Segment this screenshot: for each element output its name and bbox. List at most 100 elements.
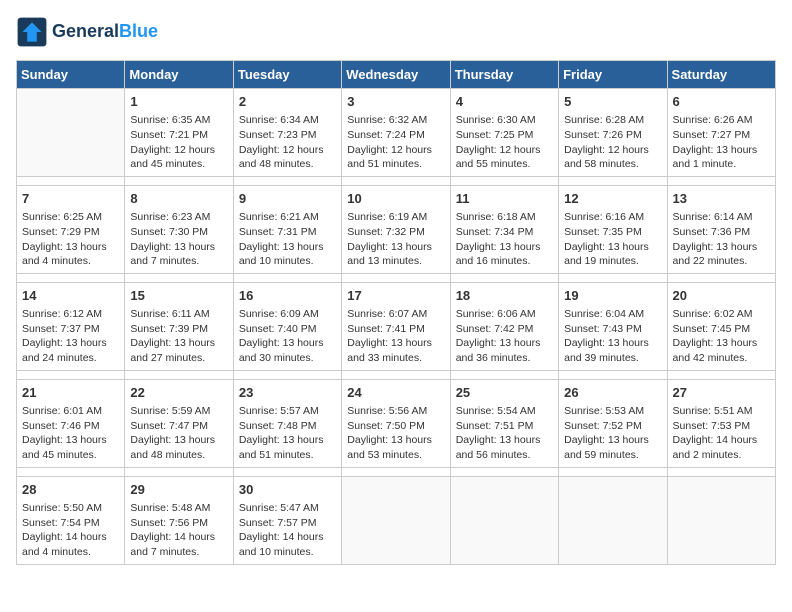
day-info: Sunrise: 5:47 AM Sunset: 7:57 PM Dayligh… — [239, 501, 336, 560]
day-info: Sunrise: 6:30 AM Sunset: 7:25 PM Dayligh… — [456, 113, 553, 172]
day-number: 16 — [239, 287, 336, 305]
calendar-day-cell: 14Sunrise: 6:12 AM Sunset: 7:37 PM Dayli… — [17, 282, 125, 370]
calendar-day-cell: 4Sunrise: 6:30 AM Sunset: 7:25 PM Daylig… — [450, 89, 558, 177]
calendar-week-row: 7Sunrise: 6:25 AM Sunset: 7:29 PM Daylig… — [17, 185, 776, 273]
weekday-header-cell: Monday — [125, 61, 233, 89]
day-info: Sunrise: 5:54 AM Sunset: 7:51 PM Dayligh… — [456, 404, 553, 463]
calendar-table: SundayMondayTuesdayWednesdayThursdayFrid… — [16, 60, 776, 565]
day-number: 17 — [347, 287, 444, 305]
calendar-day-cell: 8 Sunrise: 6:23 AM Sunset: 7:30 PM Daylig… — [125, 185, 233, 273]
day-info: Sunrise: 6:01 AM Sunset: 7:46 PM Dayligh… — [22, 404, 119, 463]
calendar-day-cell: 19Sunrise: 6:04 AM Sunset: 7:43 PM Dayli… — [559, 282, 667, 370]
day-number: 25 — [456, 384, 553, 402]
day-number: 23 — [239, 384, 336, 402]
logo-text: GeneralBlue — [52, 21, 158, 43]
day-info: Sunrise: 6:28 AM Sunset: 7:26 PM Dayligh… — [564, 113, 661, 172]
calendar-day-cell: 23 Sunrise: 5:57 AM Sunset: 7:48 PM Dayli… — [233, 379, 341, 467]
day-number: 26 — [564, 384, 661, 402]
calendar-day-cell: 9 Sunrise: 6:21 AM Sunset: 7:31 PM Daylig… — [233, 185, 341, 273]
day-number: 27 — [673, 384, 770, 402]
day-number: 6 — [673, 93, 770, 111]
calendar-day-cell: 16 Sunrise: 6:09 AM Sunset: 7:40 PM Dayli… — [233, 282, 341, 370]
day-number: 18 — [456, 287, 553, 305]
day-info: Sunrise: 5:59 AM Sunset: 7:47 PM Dayligh… — [130, 404, 227, 463]
day-info: Sunrise: 6:14 AM Sunset: 7:36 PM Dayligh… — [673, 210, 770, 269]
calendar-day-cell: 24 Sunrise: 5:56 AM Sunset: 7:50 PM Dayli… — [342, 379, 450, 467]
day-info: Sunrise: 5:57 AM Sunset: 7:48 PM Dayligh… — [239, 404, 336, 463]
day-number: 15 — [130, 287, 227, 305]
logo: GeneralBlue — [16, 16, 158, 48]
calendar-day-cell: 17Sunrise: 6:07 AM Sunset: 7:41 PM Dayli… — [342, 282, 450, 370]
calendar-day-cell — [667, 476, 775, 564]
day-number: 9 — [239, 190, 336, 208]
calendar-day-cell: 6 Sunrise: 6:26 AM Sunset: 7:27 PM Daylig… — [667, 89, 775, 177]
day-info: Sunrise: 5:56 AM Sunset: 7:50 PM Dayligh… — [347, 404, 444, 463]
day-info: Sunrise: 6:26 AM Sunset: 7:27 PM Dayligh… — [673, 113, 770, 172]
day-info: Sunrise: 6:11 AM Sunset: 7:39 PM Dayligh… — [130, 307, 227, 366]
header: GeneralBlue — [16, 16, 776, 48]
day-info: Sunrise: 6:21 AM Sunset: 7:31 PM Dayligh… — [239, 210, 336, 269]
week-divider — [17, 273, 776, 282]
day-number: 7 — [22, 190, 119, 208]
calendar-week-row: 14Sunrise: 6:12 AM Sunset: 7:37 PM Dayli… — [17, 282, 776, 370]
day-number: 5 — [564, 93, 661, 111]
calendar-day-cell — [450, 476, 558, 564]
calendar-header-row: SundayMondayTuesdayWednesdayThursdayFrid… — [17, 61, 776, 89]
week-divider — [17, 467, 776, 476]
day-info: Sunrise: 6:12 AM Sunset: 7:37 PM Dayligh… — [22, 307, 119, 366]
logo-icon — [16, 16, 48, 48]
calendar-day-cell: 1Sunrise: 6:35 AM Sunset: 7:21 PM Daylig… — [125, 89, 233, 177]
calendar-day-cell: 21 Sunrise: 6:01 AM Sunset: 7:46 PM Dayli… — [17, 379, 125, 467]
calendar-day-cell: 12 Sunrise: 6:16 AM Sunset: 7:35 PM Dayli… — [559, 185, 667, 273]
day-info: Sunrise: 5:53 AM Sunset: 7:52 PM Dayligh… — [564, 404, 661, 463]
calendar-day-cell — [559, 476, 667, 564]
calendar-day-cell: 26 Sunrise: 5:53 AM Sunset: 7:52 PM Dayli… — [559, 379, 667, 467]
weekday-header-cell: Saturday — [667, 61, 775, 89]
day-number: 20 — [673, 287, 770, 305]
calendar-body: 1Sunrise: 6:35 AM Sunset: 7:21 PM Daylig… — [17, 89, 776, 565]
day-info: Sunrise: 6:35 AM Sunset: 7:21 PM Dayligh… — [130, 113, 227, 172]
day-number: 10 — [347, 190, 444, 208]
weekday-header-cell: Sunday — [17, 61, 125, 89]
day-info: Sunrise: 5:50 AM Sunset: 7:54 PM Dayligh… — [22, 501, 119, 560]
day-info: Sunrise: 6:04 AM Sunset: 7:43 PM Dayligh… — [564, 307, 661, 366]
day-number: 24 — [347, 384, 444, 402]
day-info: Sunrise: 6:19 AM Sunset: 7:32 PM Dayligh… — [347, 210, 444, 269]
day-info: Sunrise: 6:18 AM Sunset: 7:34 PM Dayligh… — [456, 210, 553, 269]
day-info: Sunrise: 6:23 AM Sunset: 7:30 PM Dayligh… — [130, 210, 227, 269]
calendar-day-cell: 28 Sunrise: 5:50 AM Sunset: 7:54 PM Dayli… — [17, 476, 125, 564]
calendar-day-cell: 11 Sunrise: 6:18 AM Sunset: 7:34 PM Dayli… — [450, 185, 558, 273]
weekday-header-cell: Tuesday — [233, 61, 341, 89]
calendar-day-cell: 30 Sunrise: 5:47 AM Sunset: 7:57 PM Dayli… — [233, 476, 341, 564]
day-number: 2 — [239, 93, 336, 111]
day-info: Sunrise: 6:32 AM Sunset: 7:24 PM Dayligh… — [347, 113, 444, 172]
weekday-header-cell: Thursday — [450, 61, 558, 89]
day-info: Sunrise: 6:34 AM Sunset: 7:23 PM Dayligh… — [239, 113, 336, 172]
day-number: 22 — [130, 384, 227, 402]
day-info: Sunrise: 6:02 AM Sunset: 7:45 PM Dayligh… — [673, 307, 770, 366]
weekday-header-cell: Wednesday — [342, 61, 450, 89]
calendar-day-cell: 10 Sunrise: 6:19 AM Sunset: 7:32 PM Dayli… — [342, 185, 450, 273]
day-info: Sunrise: 6:09 AM Sunset: 7:40 PM Dayligh… — [239, 307, 336, 366]
calendar-day-cell: 5 Sunrise: 6:28 AM Sunset: 7:26 PM Daylig… — [559, 89, 667, 177]
calendar-day-cell: 25 Sunrise: 5:54 AM Sunset: 7:51 PM Dayli… — [450, 379, 558, 467]
day-number: 21 — [22, 384, 119, 402]
day-number: 3 — [347, 93, 444, 111]
week-divider — [17, 370, 776, 379]
calendar-day-cell: 3 Sunrise: 6:32 AM Sunset: 7:24 PM Daylig… — [342, 89, 450, 177]
calendar-day-cell: 27Sunrise: 5:51 AM Sunset: 7:53 PM Dayli… — [667, 379, 775, 467]
day-number: 30 — [239, 481, 336, 499]
calendar-day-cell: 7Sunrise: 6:25 AM Sunset: 7:29 PM Daylig… — [17, 185, 125, 273]
day-number: 13 — [673, 190, 770, 208]
calendar-week-row: 1Sunrise: 6:35 AM Sunset: 7:21 PM Daylig… — [17, 89, 776, 177]
day-number: 8 — [130, 190, 227, 208]
day-number: 28 — [22, 481, 119, 499]
day-number: 12 — [564, 190, 661, 208]
weekday-header-cell: Friday — [559, 61, 667, 89]
calendar-day-cell — [17, 89, 125, 177]
day-info: Sunrise: 6:06 AM Sunset: 7:42 PM Dayligh… — [456, 307, 553, 366]
calendar-week-row: 21 Sunrise: 6:01 AM Sunset: 7:46 PM Dayli… — [17, 379, 776, 467]
day-info: Sunrise: 5:48 AM Sunset: 7:56 PM Dayligh… — [130, 501, 227, 560]
day-info: Sunrise: 6:16 AM Sunset: 7:35 PM Dayligh… — [564, 210, 661, 269]
day-number: 11 — [456, 190, 553, 208]
